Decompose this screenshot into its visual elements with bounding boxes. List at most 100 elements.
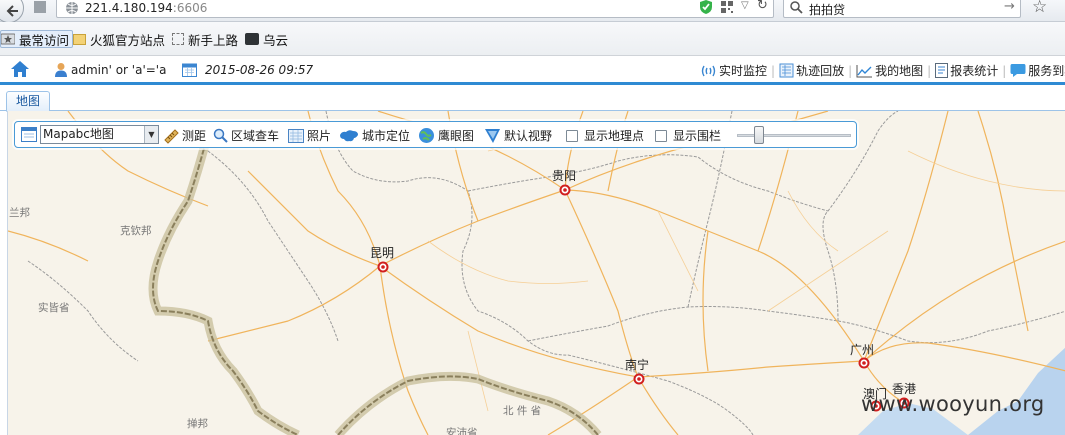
show-fence-checkbox[interactable]: 显示围栏 — [655, 127, 721, 144]
city-label-kunming: 昆明 — [370, 246, 395, 260]
show-poi-checkbox[interactable]: 显示地理点 — [566, 127, 644, 144]
photos-label: 照片 — [307, 129, 332, 143]
poi-checkbox-box[interactable] — [566, 129, 578, 142]
bookmark-label: 乌云 — [263, 32, 289, 48]
nav-separator: | — [848, 63, 853, 78]
map-type-select[interactable]: Mapabc地图 ▼ — [40, 125, 159, 144]
user-icon — [55, 63, 67, 77]
eagle-eye-label: 鹰眼图 — [438, 129, 475, 143]
magnifier-icon — [213, 128, 228, 143]
bookmark-star-icon[interactable]: ☆ — [1032, 0, 1047, 17]
track-icon — [779, 63, 794, 78]
search-go-icon[interactable]: → — [1004, 0, 1015, 14]
qr-code-icon[interactable] — [721, 1, 733, 13]
current-user: admin' or 'a'='a — [54, 62, 166, 77]
show-fence-label: 显示围栏 — [673, 129, 722, 143]
area-search-label: 区域查车 — [231, 129, 280, 143]
eagle-eye-button[interactable]: 鹰眼图 — [418, 127, 474, 144]
region-label-lanbang: 兰邦 — [9, 207, 30, 219]
map-type-value: Mapabc地图 — [43, 127, 114, 141]
dropdown-arrow-icon[interactable]: ▽ — [741, 0, 749, 11]
bookmark-getting-started[interactable]: 新手上路 — [172, 30, 238, 48]
bookmark-firefox-official[interactable]: 火狐官方站点 — [73, 30, 165, 48]
search-bar[interactable]: 拍拍贷 → — [783, 0, 1021, 18]
header-nav: 实时监控 | 轨迹回放 | 我的地图 | 报表统计 | 服务到 — [700, 62, 1065, 79]
sea-area — [968, 347, 1065, 435]
bookmark-label: 新手上路 — [188, 32, 239, 48]
wooyun-icon — [245, 33, 259, 45]
search-input-text: 拍拍贷 — [809, 3, 846, 17]
page-icon — [34, 1, 46, 13]
ruler-icon — [164, 128, 179, 144]
default-view-button[interactable]: 默认视野 — [484, 127, 552, 144]
measure-distance-button[interactable]: 测距 — [163, 127, 206, 144]
nav-label: 服务到期坂 — [1028, 64, 1065, 78]
nav-report-stats[interactable]: 报表统计 — [935, 62, 998, 79]
region-label-anpei: 安沛省 — [446, 427, 478, 435]
nav-separator: | — [771, 63, 776, 78]
url-text: 221.4.180.194:6606 — [85, 1, 208, 15]
back-button[interactable] — [0, 0, 24, 23]
current-datetime: 2015-08-26 09:57 — [182, 62, 313, 77]
region-label-north: 北 件 省 — [503, 405, 542, 417]
reload-icon[interactable]: ↻ — [757, 0, 768, 13]
chevron-down-icon: ▼ — [144, 126, 158, 143]
flag-icon — [485, 128, 500, 143]
map-toolbar: Mapabc地图 ▼ 测距 区域查车 照片 城市定位 鹰眼图 默认视野 显示地理… — [14, 121, 857, 148]
report-icon — [935, 63, 949, 78]
minor-roads — [427, 140, 1065, 412]
show-poi-label: 显示地理点 — [584, 129, 645, 143]
url-bar[interactable]: 221.4.180.194:6606 ▽ ↻ — [56, 0, 774, 18]
nav-my-map[interactable]: 我的地图 — [856, 62, 923, 79]
nav-label: 我的地图 — [875, 64, 924, 78]
nav-service-expiry[interactable]: 服务到期坂 — [1010, 62, 1065, 79]
search-icon — [790, 1, 803, 14]
home-icon[interactable] — [10, 60, 30, 78]
city-label-nanning: 南宁 — [625, 358, 650, 372]
star-icon — [1, 33, 15, 45]
region-label-kachin: 克钦邦 — [120, 225, 152, 237]
globe-icon — [66, 2, 78, 14]
calendar-icon — [182, 63, 197, 77]
bookmark-label: 火狐官方站点 — [90, 32, 166, 48]
folder-icon — [73, 33, 86, 45]
nav-label: 轨迹回放 — [796, 64, 845, 78]
datetime-text: 2015-08-26 09:57 — [205, 62, 314, 77]
area-search-button[interactable]: 区域查车 — [213, 127, 279, 144]
monitor-icon — [701, 65, 716, 76]
national-border — [152, 140, 299, 435]
my-map-icon — [856, 64, 873, 77]
fence-checkbox-box[interactable] — [655, 129, 667, 142]
bookmark-most-visited[interactable]: 最常访问 — [0, 30, 74, 48]
bookmarks-bar: 最常访问 火狐官方站点 新手上路 乌云 — [0, 22, 1065, 56]
tab-map[interactable]: 地图 — [6, 91, 51, 112]
tab-strip: 地图 — [0, 85, 1065, 112]
map-canvas[interactable]: 贵阳 昆明 南宁 广州 澳门 香港 兰邦 克钦邦 实皆省 掸邦 北 件 省 安沛… — [7, 111, 1065, 435]
city-label-guiyang: 贵阳 — [552, 169, 577, 183]
app-header: admin' or 'a'='a 2015-08-26 09:57 实时监控 |… — [0, 56, 1065, 85]
city-locate-button[interactable]: 城市定位 — [339, 127, 410, 144]
default-view-label: 默认视野 — [504, 129, 553, 143]
china-map-icon — [340, 129, 358, 141]
nav-separator: | — [1002, 63, 1007, 78]
city-label-guangzhou: 广州 — [850, 343, 875, 357]
city-locate-label: 城市定位 — [362, 129, 411, 143]
photo-icon — [288, 128, 304, 143]
region-label-shan: 掸邦 — [187, 418, 208, 430]
measure-label: 测距 — [182, 129, 207, 143]
map-window-icon — [21, 127, 37, 142]
region-label-sagaing: 实皆省 — [38, 302, 70, 314]
bookmark-label: 最常访问 — [19, 32, 70, 48]
nav-separator: | — [927, 63, 932, 78]
zoom-slider-thumb[interactable] — [754, 126, 764, 144]
shield-icon[interactable] — [699, 0, 713, 15]
browser-nav-bar: 221.4.180.194:6606 ▽ ↻ 拍拍贷 → ☆ — [0, 0, 1065, 23]
nav-label: 报表统计 — [950, 64, 999, 78]
bookmark-wooyun[interactable]: 乌云 — [245, 30, 288, 48]
nav-track-playback[interactable]: 轨迹回放 — [779, 62, 844, 79]
nav-realtime-monitor[interactable]: 实时监控 — [700, 62, 767, 79]
globe-view-icon — [419, 128, 434, 143]
nav-label: 实时监控 — [719, 64, 768, 78]
watermark: www.wooyun.org — [861, 392, 1045, 416]
photos-button[interactable]: 照片 — [288, 127, 331, 144]
